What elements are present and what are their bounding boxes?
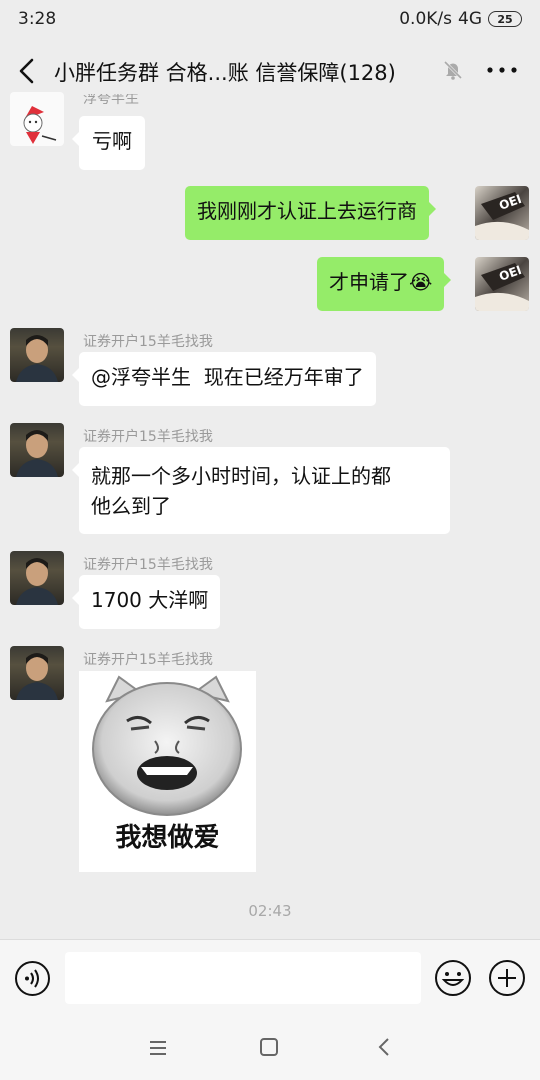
man-avatar-icon: [16, 430, 58, 477]
self-avatar-icon: OEI: [475, 263, 529, 311]
message-text-line: 就那一个多小时时间，认证上的都: [91, 464, 391, 488]
back-arrow-icon[interactable]: [376, 1036, 392, 1058]
avatar[interactable]: [10, 551, 64, 605]
chat-header: 小胖任务群 合格...账 信誉保障(128): [0, 38, 540, 104]
sticker-caption: 我想做爱: [115, 823, 220, 853]
voice-icon[interactable]: [14, 960, 51, 997]
message-text: 我刚刚才认证上去运行商: [197, 199, 417, 223]
input-bar: [0, 939, 540, 1017]
battery-level: 25: [497, 12, 513, 26]
message-text: 1700 大洋啊: [91, 588, 209, 612]
message-bubble[interactable]: @浮夸半生 现在已经万年审了: [72, 352, 376, 406]
man-avatar-icon: [16, 558, 58, 605]
avatar[interactable]: OEI: [475, 257, 529, 311]
message-input[interactable]: [65, 952, 421, 1004]
chevron-left-icon[interactable]: [14, 56, 42, 86]
emoji-icon[interactable]: [434, 959, 472, 997]
more-dots-icon[interactable]: [486, 64, 518, 76]
menu-icon[interactable]: [147, 1039, 169, 1057]
sender-name: 证券开户15羊毛找我: [83, 334, 213, 350]
message-bubble[interactable]: 1700 大洋啊: [71, 575, 221, 629]
crying-pig-sticker-icon: [92, 675, 242, 816]
signal-label: 4G: [458, 9, 482, 29]
sender-name: 证券开户15羊毛找我: [83, 557, 213, 573]
svg-text:OEI: OEI: [497, 192, 523, 213]
message-bubble[interactable]: 亏啊: [72, 116, 145, 170]
avatar[interactable]: [10, 328, 64, 382]
message-text: 亏啊: [92, 129, 132, 153]
home-square-icon[interactable]: [259, 1037, 279, 1057]
santa-avatar-icon: [23, 106, 57, 144]
battery-icon: 25: [488, 11, 522, 27]
avatar[interactable]: OEI: [475, 186, 529, 240]
svg-text:OEI: OEI: [497, 263, 523, 284]
message-bubble[interactable]: 才申请了😭: [317, 257, 452, 311]
message-bubble[interactable]: 我刚刚才认证上去运行商: [185, 186, 436, 240]
avatar[interactable]: [10, 423, 64, 477]
system-nav-bar: [0, 1017, 540, 1080]
message-text: 才申请了😭: [329, 270, 433, 294]
message-bubble[interactable]: 就那一个多小时时间，认证上的都 他么到了: [72, 447, 450, 534]
sender-name: 证券开户15羊毛找我: [83, 652, 213, 668]
message-timestamp: 02:43: [248, 902, 292, 920]
message-text: @浮夸半生 现在已经万年审了: [91, 365, 364, 389]
sender-name: 证券开户15羊毛找我: [83, 429, 213, 445]
man-avatar-icon: [16, 335, 58, 382]
message-text-line: 他么到了: [91, 494, 171, 518]
status-bar: 3:28 0.0K/s 4G 25: [0, 0, 540, 38]
status-right: 0.0K/s 4G 25: [399, 9, 522, 29]
plus-icon[interactable]: [488, 959, 526, 997]
sender-name: 浮夸半生: [83, 94, 139, 107]
chat-title[interactable]: 小胖任务群 合格...账 信誉保障(128): [54, 57, 396, 87]
avatar[interactable]: [10, 92, 64, 146]
sticker-message[interactable]: 我想做爱: [79, 671, 256, 872]
man-avatar-icon: [16, 653, 58, 700]
self-avatar-icon: OEI: [475, 192, 529, 240]
bell-off-icon: [443, 60, 463, 80]
network-speed: 0.0K/s: [399, 9, 452, 29]
status-time: 3:28: [18, 9, 57, 29]
avatar[interactable]: [10, 646, 64, 700]
